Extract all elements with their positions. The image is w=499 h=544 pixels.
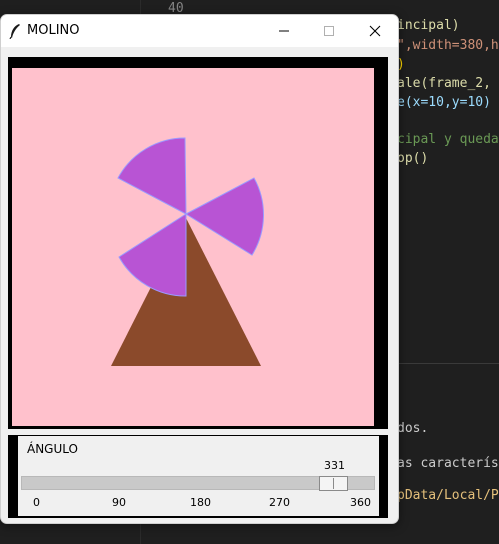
code-line-7: cipal y queda: [397, 132, 499, 147]
blade-top: [117, 137, 187, 215]
terminal-line-1: dos.: [397, 421, 429, 436]
maximize-icon: [324, 26, 334, 36]
close-icon: [369, 25, 381, 37]
scale-tick-90: 90: [112, 496, 126, 509]
code-line-4: ale(frame_2, l: [397, 76, 499, 91]
blade-bottom-left: [118, 213, 187, 297]
molino-window: MOLINO ÁNGULO 331 0 90 180 270 360: [0, 14, 399, 524]
feather-icon: [9, 24, 20, 39]
window-title: MOLINO: [27, 23, 80, 38]
angle-scale-slider[interactable]: [319, 476, 348, 491]
terminal-panel-divider: [397, 363, 499, 364]
code-line-5: e(x=10,y=10): [397, 95, 491, 110]
windmill-drawing: [111, 137, 264, 366]
terminal-line-3: pData/Local/Pro: [397, 488, 499, 503]
code-line-2: ",width=380,he: [397, 38, 499, 53]
slider-grip: [333, 478, 334, 489]
code-line-1: incipal): [397, 18, 460, 33]
minimize-button[interactable]: [261, 15, 307, 47]
scale-tick-270: 270: [269, 496, 290, 509]
terminal-line-2: as característic: [397, 456, 499, 471]
scale-tick-360: 360: [350, 496, 371, 509]
code-line-8: op(): [397, 151, 429, 166]
title-bar[interactable]: MOLINO: [1, 15, 398, 47]
close-button[interactable]: [352, 15, 398, 47]
minimize-icon: [279, 30, 289, 32]
windmill-canvas: [12, 68, 374, 426]
maximize-button[interactable]: [306, 15, 352, 47]
angle-scale-value: 331: [324, 459, 345, 472]
scale-tick-180: 180: [190, 496, 211, 509]
scale-tick-0: 0: [33, 496, 40, 509]
angle-scale-label: ÁNGULO: [27, 442, 78, 456]
